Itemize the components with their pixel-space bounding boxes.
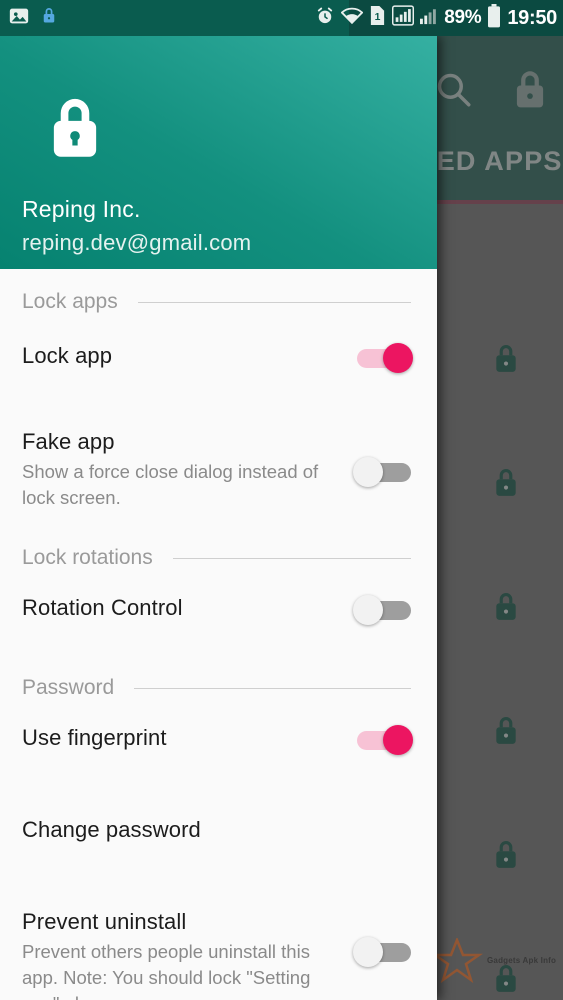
sim-card-icon: 1 bbox=[369, 5, 386, 31]
clock: 19:50 bbox=[507, 6, 557, 29]
screenshot-icon bbox=[8, 5, 30, 32]
pref-texts: Fake app Show a force close dialog inste… bbox=[22, 427, 353, 511]
pref-title: Change password bbox=[22, 817, 201, 842]
battery-percentage: 89% bbox=[444, 7, 482, 28]
pref-title: Use fingerprint bbox=[22, 725, 167, 750]
section-label: Lock apps bbox=[22, 290, 118, 313]
pref-title: Lock app bbox=[22, 343, 113, 368]
navigation-drawer[interactable]: Reping Inc. reping.dev@gmail.com Lock ap… bbox=[0, 36, 437, 1000]
pref-texts: Rotation Control bbox=[22, 593, 353, 623]
signal-bars-secondary-icon bbox=[420, 7, 438, 30]
pref-summary: Show a force close dialog instead of loc… bbox=[22, 461, 319, 508]
switch-thumb bbox=[353, 595, 383, 625]
drawer-settings-list[interactable]: Lock apps Lock app Fake app Show a force… bbox=[0, 279, 437, 1000]
pref-texts: Lock app bbox=[22, 341, 353, 371]
pref-lock-app[interactable]: Lock app bbox=[0, 341, 437, 397]
divider bbox=[172, 557, 411, 559]
toggle-rotation-control[interactable] bbox=[353, 593, 415, 627]
lock-icon bbox=[40, 5, 58, 31]
alarm-icon bbox=[315, 6, 335, 31]
pref-texts: Change password bbox=[22, 815, 415, 845]
account-name: Reping Inc. bbox=[22, 196, 141, 222]
account-email: reping.dev@gmail.com bbox=[22, 230, 252, 255]
toggle-lock-app[interactable] bbox=[353, 341, 415, 375]
switch-thumb bbox=[353, 937, 383, 967]
pref-use-fingerprint[interactable]: Use fingerprint bbox=[0, 723, 437, 779]
pref-texts: Use fingerprint bbox=[22, 723, 353, 753]
switch-thumb bbox=[353, 457, 383, 487]
divider bbox=[134, 687, 411, 689]
switch-thumb bbox=[383, 343, 413, 373]
battery-icon bbox=[487, 3, 501, 33]
divider bbox=[137, 301, 411, 303]
drawer-header[interactable]: Reping Inc. reping.dev@gmail.com bbox=[0, 36, 437, 269]
toggle-fake-app[interactable] bbox=[353, 455, 415, 489]
section-label: Lock rotations bbox=[22, 546, 153, 569]
pref-texts: Prevent uninstall Prevent others people … bbox=[22, 907, 353, 1000]
toggle-prevent-uninstall[interactable] bbox=[353, 935, 415, 969]
status-bar-right-icons: 1 89% 19:50 bbox=[315, 3, 563, 33]
toggle-use-fingerprint[interactable] bbox=[353, 723, 415, 757]
wifi-icon bbox=[340, 6, 364, 30]
pref-fake-app[interactable]: Fake app Show a force close dialog inste… bbox=[0, 427, 437, 511]
status-bar-left-icons bbox=[0, 5, 58, 32]
section-header-lock-apps: Lock apps bbox=[0, 279, 437, 325]
lock-icon bbox=[43, 91, 107, 170]
pref-title: Prevent uninstall bbox=[22, 909, 187, 934]
pref-summary: Prevent others people uninstall this app… bbox=[22, 941, 311, 1000]
section-header-password: Password bbox=[0, 665, 437, 711]
switch-thumb bbox=[383, 725, 413, 755]
pref-rotation-control[interactable]: Rotation Control bbox=[0, 593, 437, 649]
svg-text:1: 1 bbox=[375, 12, 381, 23]
pref-prevent-uninstall[interactable]: Prevent uninstall Prevent others people … bbox=[0, 907, 437, 1000]
section-label: Password bbox=[22, 676, 115, 699]
pref-change-password[interactable]: Change password bbox=[0, 815, 437, 871]
signal-bars-icon bbox=[392, 5, 415, 31]
pref-title: Fake app bbox=[22, 429, 115, 454]
pref-title: Rotation Control bbox=[22, 595, 183, 620]
section-header-lock-rotations: Lock rotations bbox=[0, 535, 437, 581]
status-bar: 1 89% 19:50 bbox=[0, 0, 563, 36]
